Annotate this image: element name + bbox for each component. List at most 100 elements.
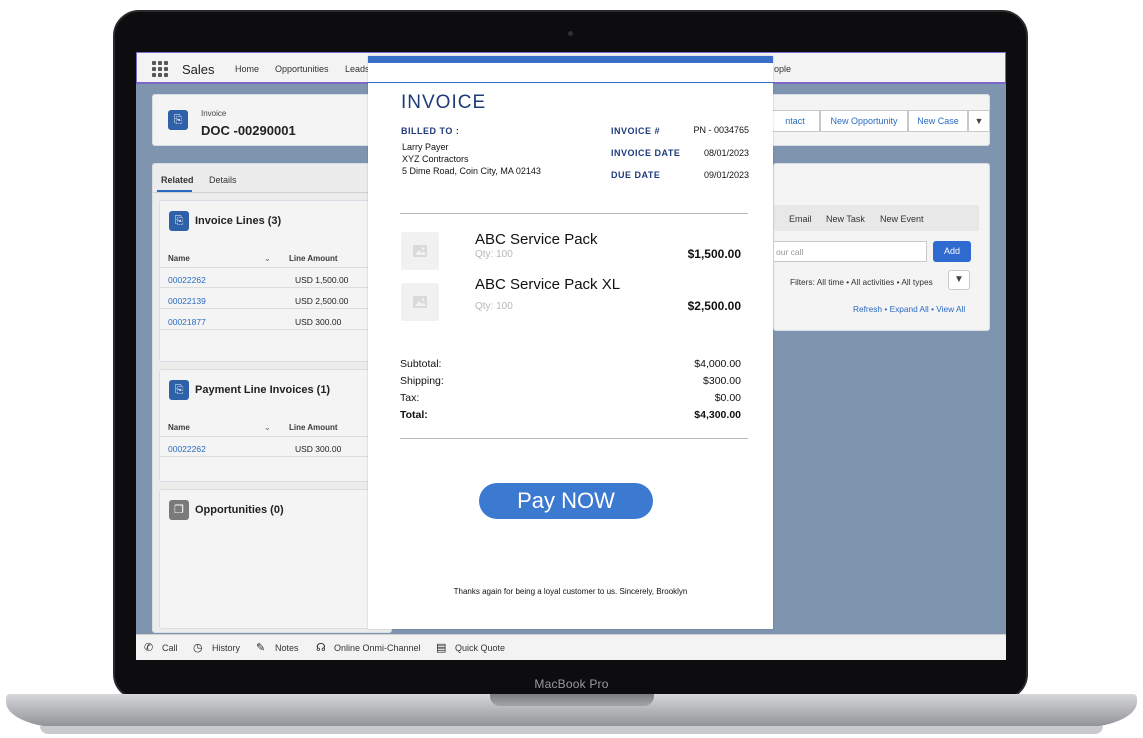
col-name[interactable]: Name xyxy=(168,254,190,263)
invoice-number-label: INVOICE # xyxy=(611,126,661,136)
pay-now-button[interactable]: Pay NOW xyxy=(479,483,653,519)
payment-lines-icon: ⎘ xyxy=(169,380,189,400)
shipping-value: $300.00 xyxy=(703,375,741,387)
invoice-object-icon: ⎘ xyxy=(168,110,188,130)
tab-new-event[interactable]: New Event xyxy=(880,214,924,224)
invoice-line-amount: USD 2,500.00 xyxy=(295,296,349,306)
dock-quick-quote[interactable]: Quick Quote xyxy=(455,643,505,653)
dock-omni-channel[interactable]: Online Onmi-Channel xyxy=(334,643,421,653)
sort-chevron-icon[interactable]: ⌄ xyxy=(264,423,271,432)
product-qty: Qty: 100 xyxy=(475,249,513,260)
nav-leads[interactable]: Leads xyxy=(345,64,370,74)
due-date-label: DUE DATE xyxy=(611,170,661,180)
invoice-date: 08/01/2023 xyxy=(703,148,749,158)
product-price: $2,500.00 xyxy=(687,299,741,313)
clock-icon: ◷ xyxy=(193,642,203,654)
record-name: DOC -00290001 xyxy=(201,123,296,138)
billed-company: XYZ Contractors xyxy=(402,154,469,164)
billed-name: Larry Payer xyxy=(402,142,449,152)
product-image-icon xyxy=(401,283,439,321)
laptop-notch xyxy=(490,694,654,706)
opportunities-title: Opportunities (0) xyxy=(195,504,284,516)
tab-related[interactable]: Related xyxy=(161,175,194,185)
invoice-line-link[interactable]: 00021877 xyxy=(168,317,206,327)
subtotal-value: $4,000.00 xyxy=(694,358,741,370)
product-price: $1,500.00 xyxy=(687,247,741,261)
tab-divider xyxy=(153,192,393,193)
product-name: ABC Service Pack XL xyxy=(475,276,621,293)
app-launcher-icon[interactable] xyxy=(152,61,168,77)
invoice-lines-title: Invoice Lines (3) xyxy=(195,215,282,227)
invoice-line-link[interactable]: 00022262 xyxy=(168,275,206,285)
more-actions-chevron-icon[interactable]: ▼ xyxy=(968,110,990,132)
row-divider xyxy=(160,267,386,268)
tab-email[interactable]: Email xyxy=(789,214,812,224)
headset-icon: ☊ xyxy=(316,642,326,654)
payment-line-amount: USD 300.00 xyxy=(295,444,342,454)
subtotal-label: Subtotal: xyxy=(400,358,442,370)
payment-line-link[interactable]: 00022262 xyxy=(168,444,206,454)
payment-lines-title: Payment Line Invoices (1) xyxy=(195,384,331,396)
notes-icon: ✎ xyxy=(256,642,266,654)
total-label: Total: xyxy=(400,409,428,421)
filter-icon[interactable]: ▼ xyxy=(948,270,970,290)
billed-to-label: BILLED TO : xyxy=(401,126,460,136)
activity-links[interactable]: Refresh • Expand All • View All xyxy=(853,304,965,314)
due-date: 09/01/2023 xyxy=(703,170,749,180)
product-name: ABC Service Pack xyxy=(475,231,598,248)
app-name: Sales xyxy=(182,62,215,77)
tax-value: $0.00 xyxy=(714,392,741,404)
invoice-line-amount: USD 1,500.00 xyxy=(295,275,349,285)
device-label: MacBook Pro xyxy=(534,677,609,691)
payment-lines-card: ⎘ Payment Line Invoices (1) Name ⌄ Line … xyxy=(159,369,386,482)
invoice-date-label: INVOICE DATE xyxy=(611,148,681,158)
camera-dot xyxy=(568,31,573,36)
phone-icon: ✆ xyxy=(144,642,154,654)
invoice-line-link[interactable]: 00022139 xyxy=(168,296,206,306)
quote-icon: ▤ xyxy=(436,642,447,654)
activity-filters: Filters: All time • All activities • All… xyxy=(790,277,933,287)
invoice-lines-card: ⎘ Invoice Lines (3) Name ⌄ Line Amount 0… xyxy=(159,200,386,362)
dock-history[interactable]: History xyxy=(212,643,240,653)
thank-you-note: Thanks again for being a loyal customer … xyxy=(453,587,688,596)
product-image-icon xyxy=(401,232,439,270)
nav-opportunities[interactable]: Opportunities xyxy=(275,64,329,74)
divider xyxy=(400,213,748,214)
utility-bar: ✆ Call ◷ History ✎ Notes ☊ Online Onmi-C… xyxy=(136,634,1006,660)
dock-notes[interactable]: Notes xyxy=(275,643,299,653)
new-case-button[interactable]: New Case xyxy=(908,110,968,132)
invoice-line-amount: USD 300.00 xyxy=(295,317,342,327)
sort-chevron-icon[interactable]: ⌄ xyxy=(264,254,271,263)
row-divider xyxy=(160,308,386,309)
divider xyxy=(400,438,748,439)
invoice-number: PN - 0034765 xyxy=(693,125,749,135)
product-qty: Qty: 100 xyxy=(475,301,513,312)
opportunities-card: ❐ Opportunities (0) xyxy=(159,489,385,629)
object-label: Invoice xyxy=(201,109,227,118)
log-call-input[interactable]: our call xyxy=(774,241,927,262)
invoice-top-line xyxy=(368,82,773,83)
row-divider xyxy=(160,436,386,437)
new-opportunity-button[interactable]: New Opportunity xyxy=(820,110,908,132)
shipping-label: Shipping: xyxy=(400,375,444,387)
invoice-top-bar xyxy=(368,56,773,63)
billed-address: 5 Dime Road, Coin City, MA 02143 xyxy=(402,166,541,176)
invoice-lines-icon: ⎘ xyxy=(169,211,189,231)
row-divider xyxy=(160,456,386,457)
nav-home[interactable]: Home xyxy=(235,64,259,74)
col-line-amount[interactable]: Line Amount xyxy=(289,254,338,263)
dock-call[interactable]: Call xyxy=(162,643,178,653)
col-line-amount[interactable]: Line Amount xyxy=(289,423,338,432)
related-panel: Related Details ⎘ Invoice Lines (3) Name… xyxy=(152,163,393,633)
activity-panel: Email New Task New Event our call Add Fi… xyxy=(773,163,990,331)
col-name[interactable]: Name xyxy=(168,423,190,432)
add-button[interactable]: Add xyxy=(933,241,971,262)
row-divider xyxy=(160,329,386,330)
invoice-title: INVOICE xyxy=(401,92,487,113)
tab-new-task[interactable]: New Task xyxy=(826,214,865,224)
total-value: $4,300.00 xyxy=(694,409,741,421)
tab-details[interactable]: Details xyxy=(209,175,237,185)
row-divider xyxy=(160,287,386,288)
nav-people[interactable]: ople xyxy=(774,64,791,74)
new-contact-button[interactable]: ntact xyxy=(770,110,820,132)
